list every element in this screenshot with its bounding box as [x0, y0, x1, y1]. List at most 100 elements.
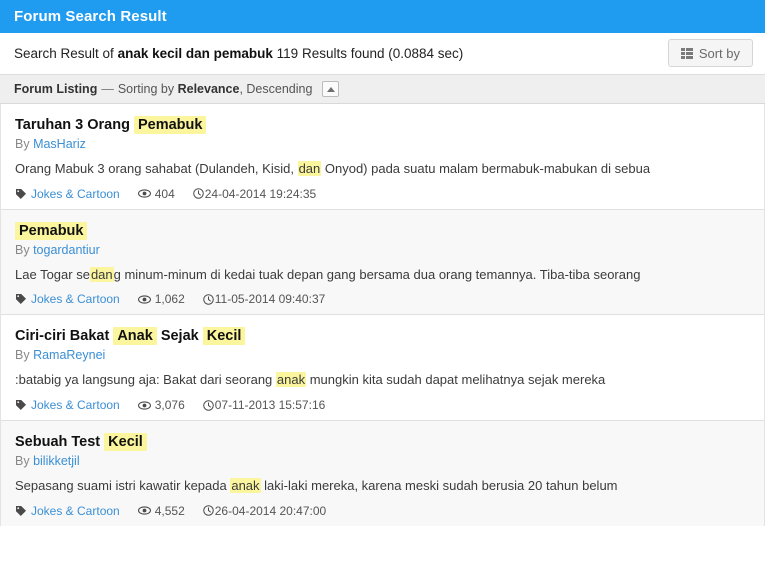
summary-prefix: Search Result of: [14, 45, 114, 61]
result-author-link[interactable]: MasHariz: [33, 137, 86, 151]
result-snippet: Sepasang suami istri kawatir kepada anak…: [15, 477, 750, 495]
chevron-up-icon: [326, 86, 335, 92]
tag-label: Jokes & Cartoon: [31, 503, 120, 518]
meta-eye: 3,076: [137, 398, 185, 413]
meta-eye: 4,552: [137, 503, 185, 518]
clock-icon: [192, 188, 204, 199]
sort-by-label: Sort by: [698, 45, 740, 61]
by-label: By: [15, 348, 34, 363]
tag-icon: [15, 505, 27, 517]
meta-clock: 26-04-2014 20:47:00: [202, 503, 327, 518]
clock-label: 26-04-2014 20:47:00: [214, 503, 327, 518]
eye-label: 4,552: [154, 503, 185, 518]
meta-tag[interactable]: Jokes & Cartoon: [15, 398, 120, 412]
summary-suffix: 119 Results found (0.0884 sec): [276, 45, 464, 61]
snippet-text: mungkin kita sudah dapat melihatnya seja…: [306, 372, 606, 388]
by-label: By: [15, 242, 34, 257]
title-text: Taruhan 3 Orang: [15, 117, 134, 133]
result-author-link[interactable]: togardantiur: [33, 243, 100, 257]
by-label: By: [15, 137, 34, 152]
eye-label: 3,076: [154, 398, 185, 413]
page-title: Forum Search Result: [14, 8, 167, 25]
sort-field: Relevance: [177, 82, 240, 96]
clock-icon: [202, 294, 214, 305]
meta-clock: 07-11-2013 15:57:16: [202, 398, 326, 413]
meta-tag[interactable]: Jokes & Cartoon: [15, 187, 120, 201]
eye-icon: [137, 505, 151, 516]
result-title-link[interactable]: Sebuah Test Kecil: [15, 433, 750, 452]
sort-direction: , Descending: [239, 82, 313, 96]
listing-dash: —: [101, 82, 114, 96]
result-item[interactable]: Pemabuk By togardantiur Lae Togar sedang m…: [1, 209, 764, 316]
result-snippet: Lae Togar sedang minum-minum di kedai tu…: [15, 266, 750, 284]
result-title-link[interactable]: Taruhan 3 Orang Pemabuk: [15, 116, 750, 134]
result-item[interactable]: Taruhan 3 Orang Pemabuk By MasHariz Orang …: [1, 104, 764, 210]
tag-icon: [15, 399, 27, 411]
search-results-list: Taruhan 3 Orang Pemabuk By MasHariz Orang …: [0, 104, 765, 526]
result-snippet: Orang Mabuk 3 orang sahabat (Dulandeh, K…: [15, 160, 750, 178]
forum-listing-title: Forum Listing: [14, 82, 98, 96]
search-summary-text: Search Result of anak kecil dan pemabuk …: [14, 47, 463, 61]
tag-icon: [15, 188, 27, 200]
forum-listing-bar: Forum Listing — Sorting by Relevance, De…: [0, 75, 765, 104]
clock-label: 24-04-2014 19:24:35: [204, 186, 317, 201]
search-query: anak kecil dan pemabuk: [117, 45, 273, 61]
forum-search-result-page: Forum Search Result Search Result of ana…: [0, 0, 765, 571]
eye-label: 1,062: [154, 292, 185, 307]
snippet-text: Onyod) pada suatu malam bermabuk-mabukan…: [321, 161, 651, 177]
result-snippet: :batabig ya langsung aja: Bakat dari seo…: [15, 371, 750, 389]
result-title-link[interactable]: Pemabuk: [15, 221, 750, 240]
meta-eye: 404: [137, 186, 175, 201]
sort-by-button[interactable]: Sort by: [667, 39, 753, 67]
title-text: Ciri-ciri Bakat: [15, 328, 114, 345]
snippet-highlight: anak: [275, 372, 307, 388]
meta-tag[interactable]: Jokes & Cartoon: [15, 504, 120, 518]
eye-icon: [137, 400, 151, 411]
meta-tag[interactable]: Jokes & Cartoon: [15, 292, 120, 306]
result-author-line: By RamaReynei: [15, 348, 750, 362]
meta-clock: 24-04-2014 19:24:35: [192, 186, 317, 201]
collapse-toggle-button[interactable]: [322, 81, 340, 97]
result-author-link[interactable]: RamaReynei: [33, 348, 105, 362]
tag-label: Jokes & Cartoon: [31, 186, 120, 201]
title-highlight: Pemabuk: [133, 116, 207, 134]
result-author-line: By MasHariz: [15, 137, 750, 151]
result-author-line: By togardantiur: [15, 243, 750, 257]
title-highlight: Kecil: [202, 327, 246, 346]
result-title-link[interactable]: Ciri-ciri Bakat Anak Sejak Kecil: [15, 327, 750, 346]
result-meta-row: Jokes & Cartoon 4,552 26-04-2014 20:47:00: [15, 504, 750, 518]
snippet-text: Sepasang suami istri kawatir kepada: [15, 478, 231, 494]
search-summary-bar: Search Result of anak kecil dan pemabuk …: [0, 33, 765, 75]
result-item[interactable]: Ciri-ciri Bakat Anak Sejak Kecil By RamaR…: [1, 315, 764, 422]
clock-icon: [202, 505, 214, 516]
eye-icon: [137, 294, 151, 305]
snippet-highlight: dan: [89, 266, 114, 282]
snippet-text: Orang Mabuk 3 orang sahabat (Dulandeh, K…: [15, 161, 298, 177]
title-text: Sejak: [156, 328, 203, 345]
snippet-highlight: anak: [230, 478, 261, 494]
th-list-icon: [680, 47, 693, 59]
title-text: Sebuah Test: [15, 434, 105, 451]
result-item[interactable]: Sebuah Test Kecil By bilikketjil Sepasang …: [1, 421, 764, 526]
title-highlight: Anak: [113, 327, 157, 346]
snippet-text: laki-laki mereka, karena meski sudah ber…: [260, 478, 618, 494]
sorting-prefix: Sorting by: [117, 82, 175, 96]
tag-label: Jokes & Cartoon: [31, 398, 120, 413]
meta-eye: 1,062: [137, 292, 185, 307]
clock-icon: [202, 399, 214, 411]
snippet-highlight: dan: [297, 161, 322, 177]
result-author-link[interactable]: bilikketjil: [33, 454, 80, 468]
snippet-text: g minum-minum di kedai tuak depan gang b…: [113, 266, 641, 282]
eye-label: 404: [154, 186, 175, 201]
result-meta-row: Jokes & Cartoon 1,062 11-05-2014 09:40:37: [15, 292, 750, 306]
title-highlight: Pemabuk: [15, 221, 88, 240]
eye-icon: [137, 188, 151, 199]
result-author-line: By bilikketjil: [15, 454, 750, 468]
window-title-bar: Forum Search Result: [0, 0, 765, 33]
tag-label: Jokes & Cartoon: [31, 292, 120, 307]
tag-icon: [15, 293, 27, 305]
clock-label: 07-11-2013 15:57:16: [214, 398, 326, 413]
snippet-text: :batabig ya langsung aja: Bakat dari seo…: [15, 372, 276, 388]
meta-clock: 11-05-2014 09:40:37: [202, 292, 325, 306]
result-meta-row: Jokes & Cartoon 3,076 07-11-2013 15:57:16: [15, 398, 750, 412]
